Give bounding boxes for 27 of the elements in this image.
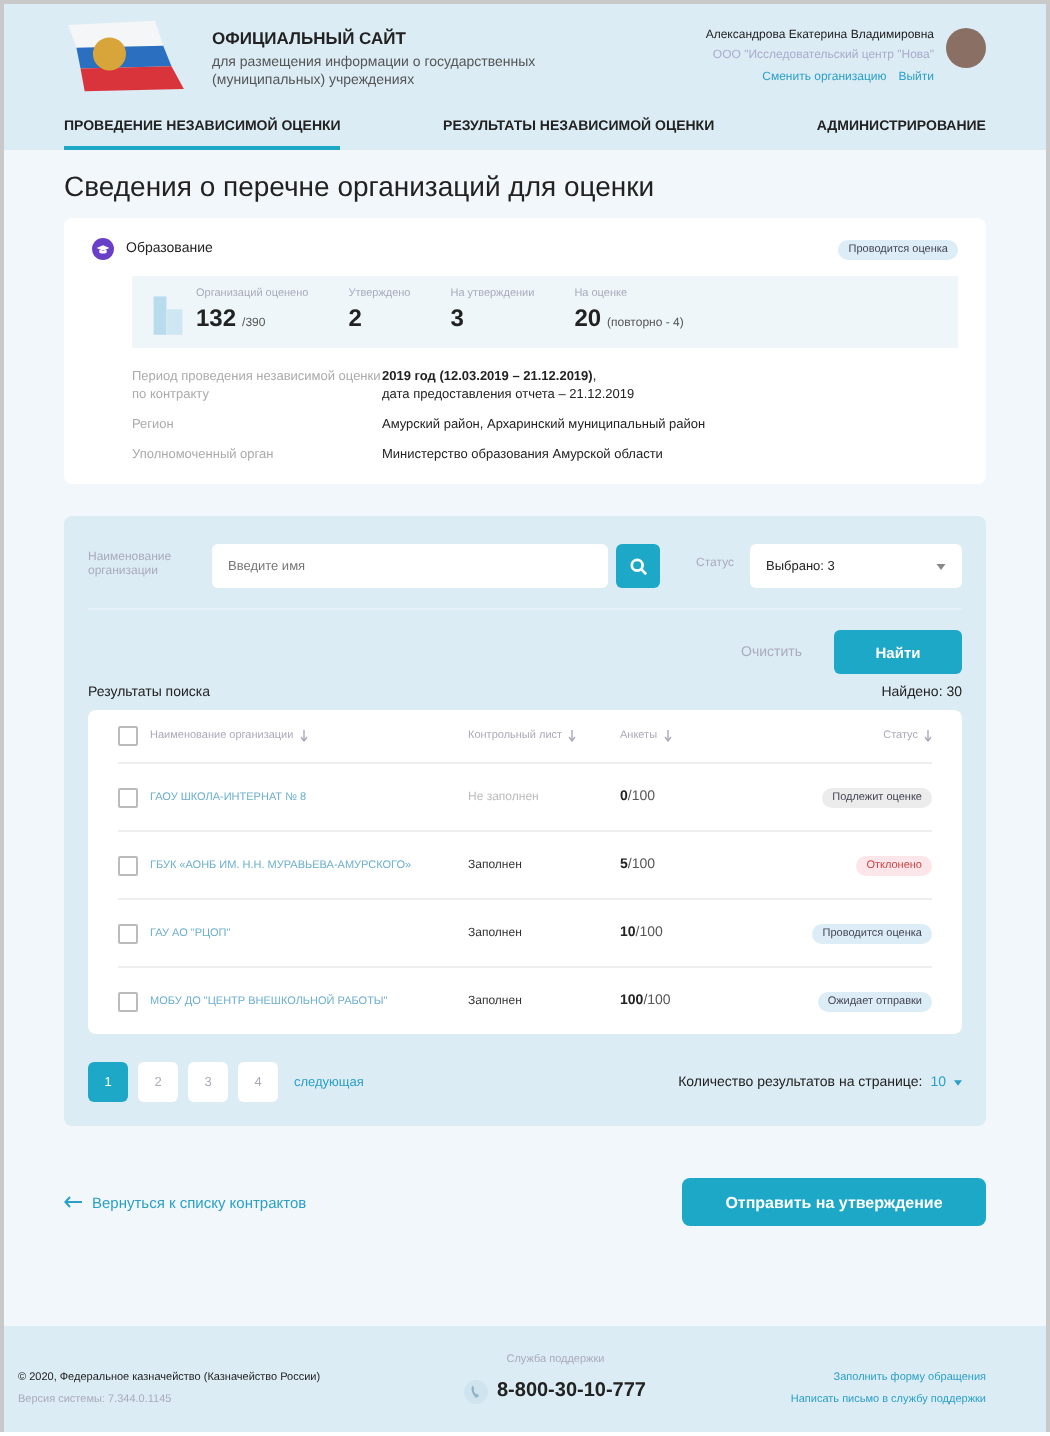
support-phone: 8-800-30-10-777	[496, 1378, 646, 1406]
stat-value: 2	[348, 304, 362, 332]
stat-value: 132	[196, 304, 237, 332]
checkbox[interactable]	[118, 991, 138, 1012]
page-title: Сведения о перечне организаций для оценки	[64, 170, 657, 202]
submit-button[interactable]: Отправить на утверждение	[682, 1178, 986, 1227]
sort-icon[interactable]	[568, 730, 577, 743]
checkbox[interactable]	[118, 923, 138, 944]
phone-icon	[464, 1380, 489, 1404]
stat-value: 3	[450, 304, 464, 332]
checkbox[interactable]	[118, 855, 138, 876]
graduation-cap-icon	[92, 238, 114, 260]
buildings-icon	[152, 292, 184, 336]
arrow-left-icon	[64, 1196, 82, 1209]
caret-icon	[954, 1079, 962, 1086]
search-button[interactable]	[616, 544, 661, 589]
checkbox[interactable]	[118, 787, 138, 808]
stat-value: 20	[574, 304, 602, 332]
site-title: ОФИЦИАЛЬНЫЙ САЙТ	[212, 28, 408, 48]
flag-emblem-logo	[64, 20, 188, 92]
search-icon	[629, 557, 648, 576]
caret-icon	[936, 563, 946, 570]
checkbox[interactable]	[118, 726, 138, 747]
avatar[interactable]	[946, 28, 986, 68]
sort-icon[interactable]	[299, 730, 308, 743]
sort-icon[interactable]	[924, 730, 932, 743]
sort-icon[interactable]	[663, 730, 672, 743]
